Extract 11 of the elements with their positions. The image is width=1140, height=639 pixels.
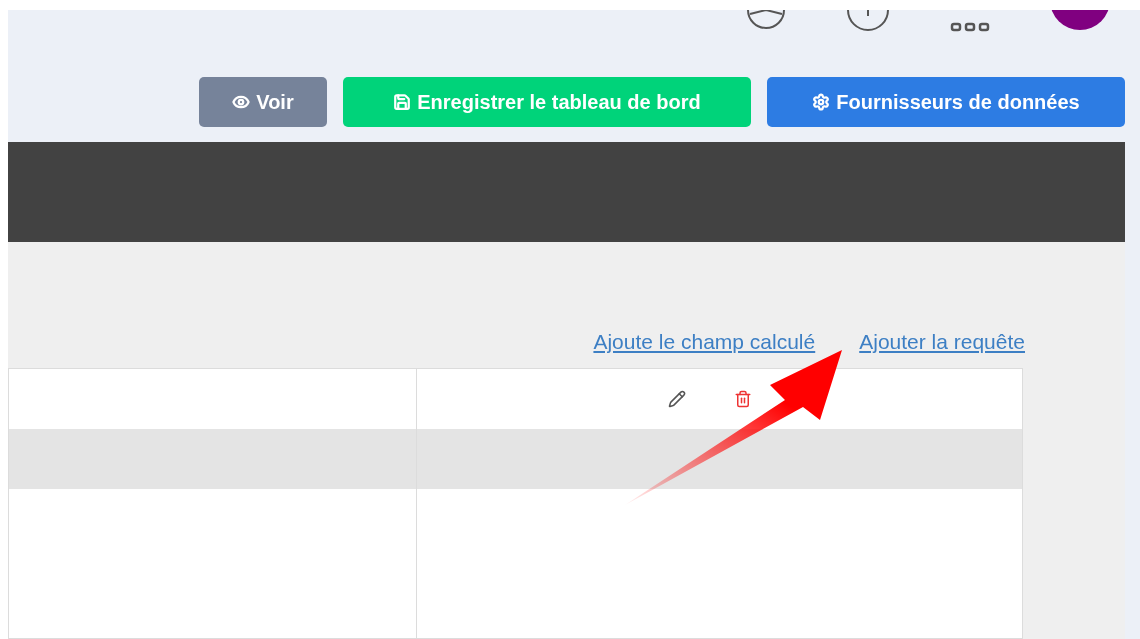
edit-icon[interactable]: [667, 389, 686, 408]
save-button[interactable]: Enregistrer le tableau de bord: [343, 77, 751, 127]
settings-icon: [812, 93, 831, 111]
link[interactable]: Ajoute le champ calculé: [593, 326, 816, 358]
eye-icon: [232, 93, 251, 111]
delete-icon[interactable]: [733, 389, 752, 408]
save-icon: [393, 93, 412, 111]
link[interactable]: Ajouter la requête: [859, 326, 1025, 358]
apps-icon[interactable]: [950, 22, 990, 32]
providers-button[interactable]: Fournisseurs de données: [767, 77, 1125, 127]
view-button[interactable]: Voir: [199, 77, 327, 127]
